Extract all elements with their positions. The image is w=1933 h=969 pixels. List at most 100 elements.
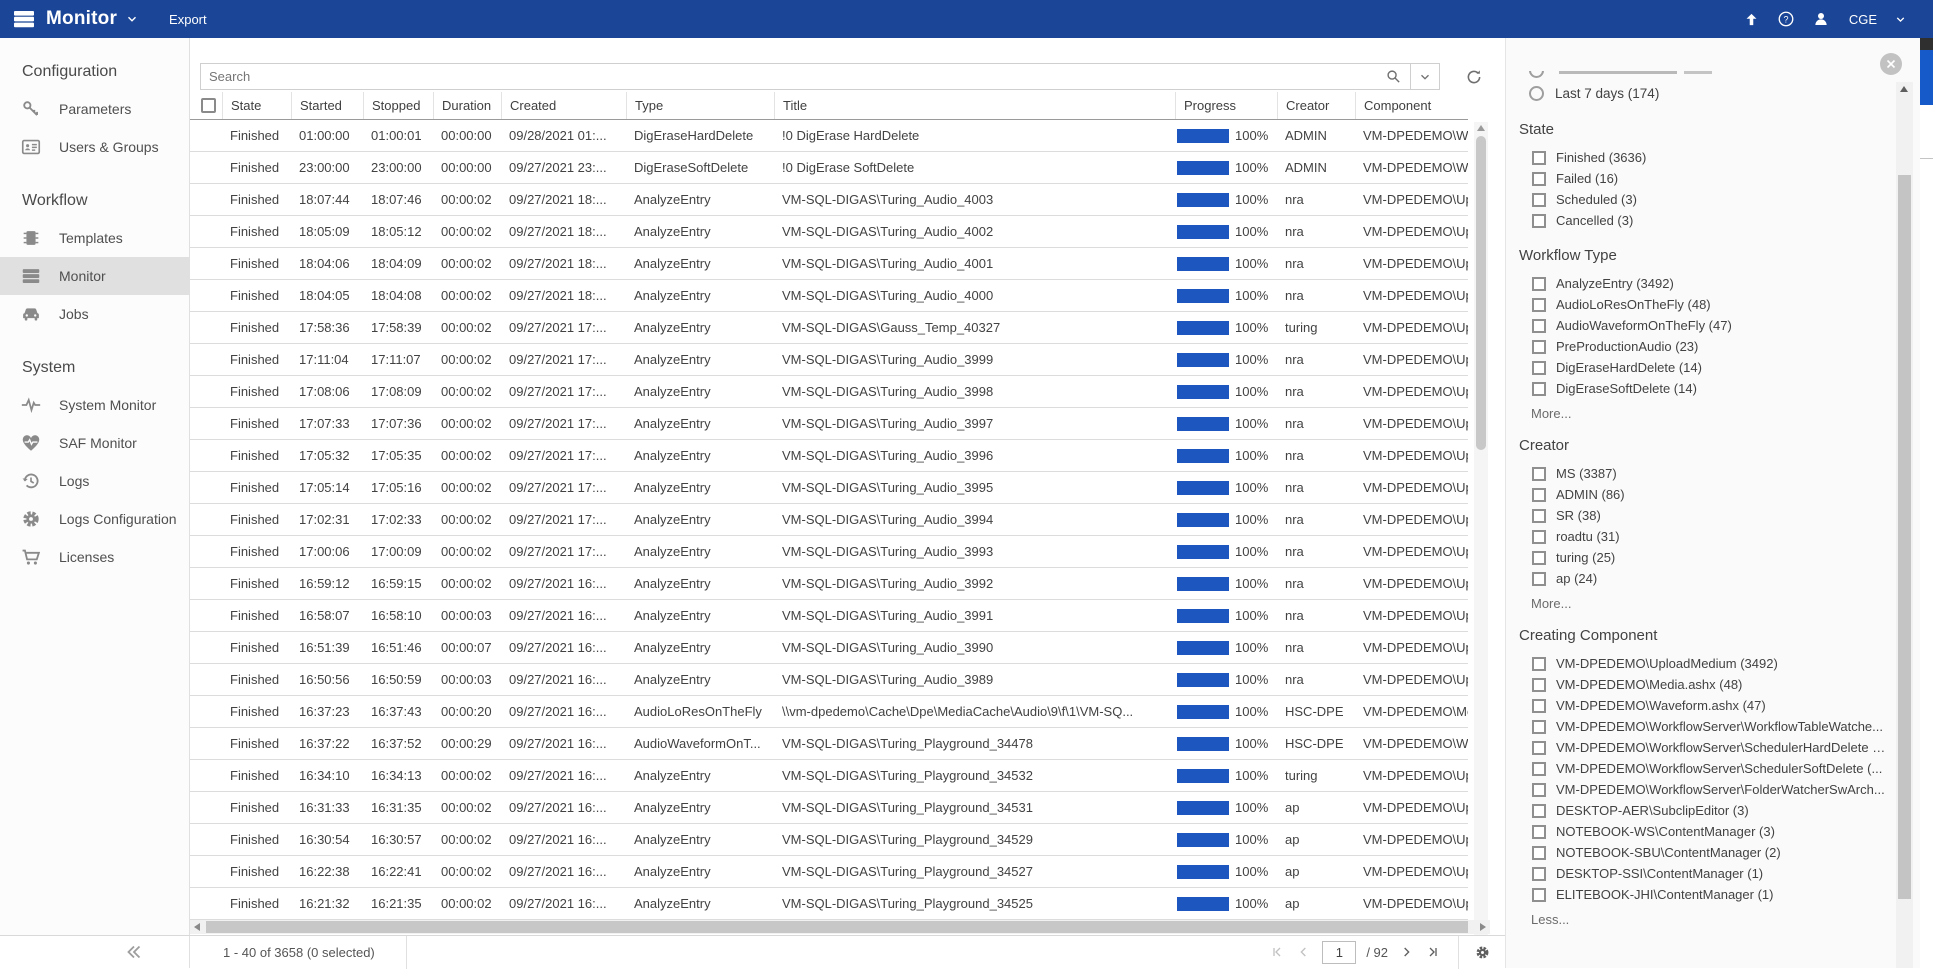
filter-checkbox-item[interactable]: VM-DPEDEMO\UploadMedium (3492) — [1514, 653, 1886, 674]
filter-checkbox-item[interactable]: ELITEBOOK-JHI\ContentManager (1) — [1514, 884, 1886, 905]
sidebar-item-parameters[interactable]: Parameters — [0, 90, 189, 128]
table-row[interactable]: Finished 16:37:23 16:37:43 00:00:20 09/2… — [190, 696, 1468, 728]
filter-checkbox-item[interactable]: VM-DPEDEMO\WorkflowServer\SchedulerSoftD… — [1514, 758, 1886, 779]
first-page-icon[interactable] — [1270, 944, 1286, 960]
search-options-chevron-down-icon[interactable] — [1411, 64, 1439, 89]
sidebar-item-users-groups[interactable]: Users & Groups — [0, 128, 189, 166]
filter-checkbox-item[interactable]: ADMIN (86) — [1514, 484, 1886, 505]
filter-checkbox-item[interactable]: Failed (16) — [1514, 168, 1886, 189]
filter-radio-last-7-days[interactable]: Last 7 days (174) — [1514, 81, 1886, 105]
user-icon[interactable] — [1812, 10, 1830, 28]
search-input[interactable] — [201, 69, 1376, 84]
table-row[interactable]: Finished 16:50:56 16:50:59 00:00:03 09/2… — [190, 664, 1468, 696]
scroll-up-arrow-icon[interactable] — [1900, 86, 1908, 92]
column-header-title[interactable]: Title — [774, 92, 1175, 119]
table-horizontal-scrollbar[interactable] — [190, 920, 1490, 934]
table-settings-gear-icon[interactable] — [1459, 944, 1505, 961]
table-row[interactable]: Finished 01:00:00 01:00:01 00:00:00 09/2… — [190, 120, 1468, 152]
table-row[interactable]: Finished 18:04:05 18:04:08 00:00:02 09/2… — [190, 280, 1468, 312]
filter-checkbox-item[interactable]: VM-DPEDEMO\WorkflowServer\FolderWatcherS… — [1514, 779, 1886, 800]
app-menu-chevron-down-icon[interactable] — [125, 12, 139, 26]
search-icon[interactable] — [1376, 64, 1410, 89]
table-row[interactable]: Finished 17:11:04 17:11:07 00:00:02 09/2… — [190, 344, 1468, 376]
sidebar-item-saf-monitor[interactable]: SAF Monitor — [0, 424, 189, 462]
table-row[interactable]: Finished 16:31:33 16:31:35 00:00:02 09/2… — [190, 792, 1468, 824]
user-menu-chevron-down-icon[interactable] — [1894, 13, 1907, 26]
filter-checkbox-item[interactable]: DigEraseHardDelete (14) — [1514, 357, 1886, 378]
page-scrollbar[interactable] — [1920, 38, 1933, 968]
scroll-left-arrow-icon[interactable] — [194, 923, 200, 931]
column-header-type[interactable]: Type — [626, 92, 774, 119]
table-row[interactable]: Finished 16:21:32 16:21:35 00:00:02 09/2… — [190, 888, 1468, 920]
user-label[interactable]: CGE — [1849, 12, 1877, 27]
filter-checkbox-item[interactable]: roadtu (31) — [1514, 526, 1886, 547]
table-row[interactable]: Finished 18:04:06 18:04:09 00:00:02 09/2… — [190, 248, 1468, 280]
table-row[interactable]: Finished 16:30:54 16:30:57 00:00:02 09/2… — [190, 824, 1468, 856]
filter-more-less-link[interactable]: More... — [1531, 596, 1886, 611]
filter-checkbox-item[interactable]: SR (38) — [1514, 505, 1886, 526]
filter-more-less-link[interactable]: Less... — [1531, 912, 1886, 927]
table-row[interactable]: Finished 16:59:12 16:59:15 00:00:02 09/2… — [190, 568, 1468, 600]
column-header-created[interactable]: Created — [501, 92, 626, 119]
refresh-icon[interactable] — [1462, 65, 1486, 89]
sidebar-item-system-monitor[interactable]: System Monitor — [0, 386, 189, 424]
filter-checkbox-item[interactable]: Finished (3636) — [1514, 147, 1886, 168]
table-row[interactable]: Finished 16:22:38 16:22:41 00:00:02 09/2… — [190, 856, 1468, 888]
horizontal-scrollbar-thumb[interactable] — [206, 921, 1468, 933]
filter-checkbox-item[interactable]: VM-DPEDEMO\Waveform.ashx (47) — [1514, 695, 1886, 716]
table-row[interactable]: Finished 17:58:36 17:58:39 00:00:02 09/2… — [190, 312, 1468, 344]
filter-checkbox-item[interactable]: DigEraseSoftDelete (14) — [1514, 378, 1886, 399]
filter-checkbox-item[interactable]: PreProductionAudio (23) — [1514, 336, 1886, 357]
filter-checkbox-item[interactable]: Cancelled (3) — [1514, 210, 1886, 231]
table-row[interactable]: Finished 18:05:09 18:05:12 00:00:02 09/2… — [190, 216, 1468, 248]
column-header-state[interactable]: State — [222, 92, 291, 119]
menu-export[interactable]: Export — [169, 12, 207, 27]
sidebar-item-logs-configuration[interactable]: Logs Configuration — [0, 500, 189, 538]
page-scrollbar-thumb[interactable] — [1920, 50, 1933, 105]
table-row[interactable]: Finished 17:00:06 17:00:09 00:00:02 09/2… — [190, 536, 1468, 568]
table-row[interactable]: Finished 16:37:22 16:37:52 00:00:29 09/2… — [190, 728, 1468, 760]
filter-checkbox-item[interactable]: VM-DPEDEMO\WorkflowServer\SchedulerHardD… — [1514, 737, 1886, 758]
table-row[interactable]: Finished 17:05:32 17:05:35 00:00:02 09/2… — [190, 440, 1468, 472]
column-header-creator[interactable]: Creator — [1277, 92, 1355, 119]
filter-more-less-link[interactable]: More... — [1531, 406, 1886, 421]
table-row[interactable]: Finished 16:34:10 16:34:13 00:00:02 09/2… — [190, 760, 1468, 792]
sidebar-item-logs[interactable]: Logs — [0, 462, 189, 500]
column-header-duration[interactable]: Duration — [433, 92, 501, 119]
table-row[interactable]: Finished 17:08:06 17:08:09 00:00:02 09/2… — [190, 376, 1468, 408]
filter-checkbox-item[interactable]: ap (24) — [1514, 568, 1886, 589]
table-row[interactable]: Finished 17:02:31 17:02:33 00:00:02 09/2… — [190, 504, 1468, 536]
column-header-progress[interactable]: Progress — [1175, 92, 1277, 119]
table-row[interactable]: Finished 16:51:39 16:51:46 00:00:07 09/2… — [190, 632, 1468, 664]
filter-checkbox-item[interactable]: turing (25) — [1514, 547, 1886, 568]
filter-checkbox-item[interactable]: VM-DPEDEMO\Media.ashx (48) — [1514, 674, 1886, 695]
table-vertical-scrollbar[interactable] — [1474, 122, 1488, 950]
collapse-sidebar-icon[interactable] — [123, 941, 145, 963]
table-row[interactable]: Finished 17:07:33 17:07:36 00:00:02 09/2… — [190, 408, 1468, 440]
filter-checkbox-item[interactable]: DESKTOP-SSI\ContentManager (1) — [1514, 863, 1886, 884]
sidebar-item-templates[interactable]: Templates — [0, 219, 189, 257]
select-all-checkbox[interactable] — [201, 98, 216, 113]
filter-panel-scrollbar[interactable] — [1896, 82, 1913, 968]
filter-checkbox-item[interactable]: DESKTOP-AER\SubclipEditor (3) — [1514, 800, 1886, 821]
column-header-stopped[interactable]: Stopped — [363, 92, 433, 119]
table-row[interactable]: Finished 16:58:07 16:58:10 00:00:03 09/2… — [190, 600, 1468, 632]
help-icon[interactable]: ? — [1777, 10, 1795, 28]
filter-checkbox-item[interactable]: VM-DPEDEMO\WorkflowServer\WorkflowTableW… — [1514, 716, 1886, 737]
column-header-component[interactable]: Component — [1355, 92, 1468, 119]
column-header-started[interactable]: Started — [291, 92, 363, 119]
filter-checkbox-item[interactable]: AnalyzeEntry (3492) — [1514, 273, 1886, 294]
vertical-scrollbar-thumb[interactable] — [1476, 136, 1486, 450]
filter-checkbox-item[interactable]: MS (3387) — [1514, 463, 1886, 484]
filter-checkbox-item[interactable]: AudioLoResOnTheFly (48) — [1514, 294, 1886, 315]
last-page-icon[interactable] — [1424, 944, 1440, 960]
sidebar-item-jobs[interactable]: Jobs — [0, 295, 189, 333]
scroll-right-arrow-icon[interactable] — [1480, 923, 1486, 931]
scroll-up-arrow-icon[interactable] — [1477, 125, 1485, 131]
page-number-input[interactable] — [1322, 941, 1356, 964]
filter-checkbox-item[interactable]: AudioWaveformOnTheFly (47) — [1514, 315, 1886, 336]
table-row[interactable]: Finished 17:05:14 17:05:16 00:00:02 09/2… — [190, 472, 1468, 504]
sidebar-item-licenses[interactable]: Licenses — [0, 538, 189, 576]
filter-checkbox-item[interactable]: Scheduled (3) — [1514, 189, 1886, 210]
table-row[interactable]: Finished 18:07:44 18:07:46 00:00:02 09/2… — [190, 184, 1468, 216]
